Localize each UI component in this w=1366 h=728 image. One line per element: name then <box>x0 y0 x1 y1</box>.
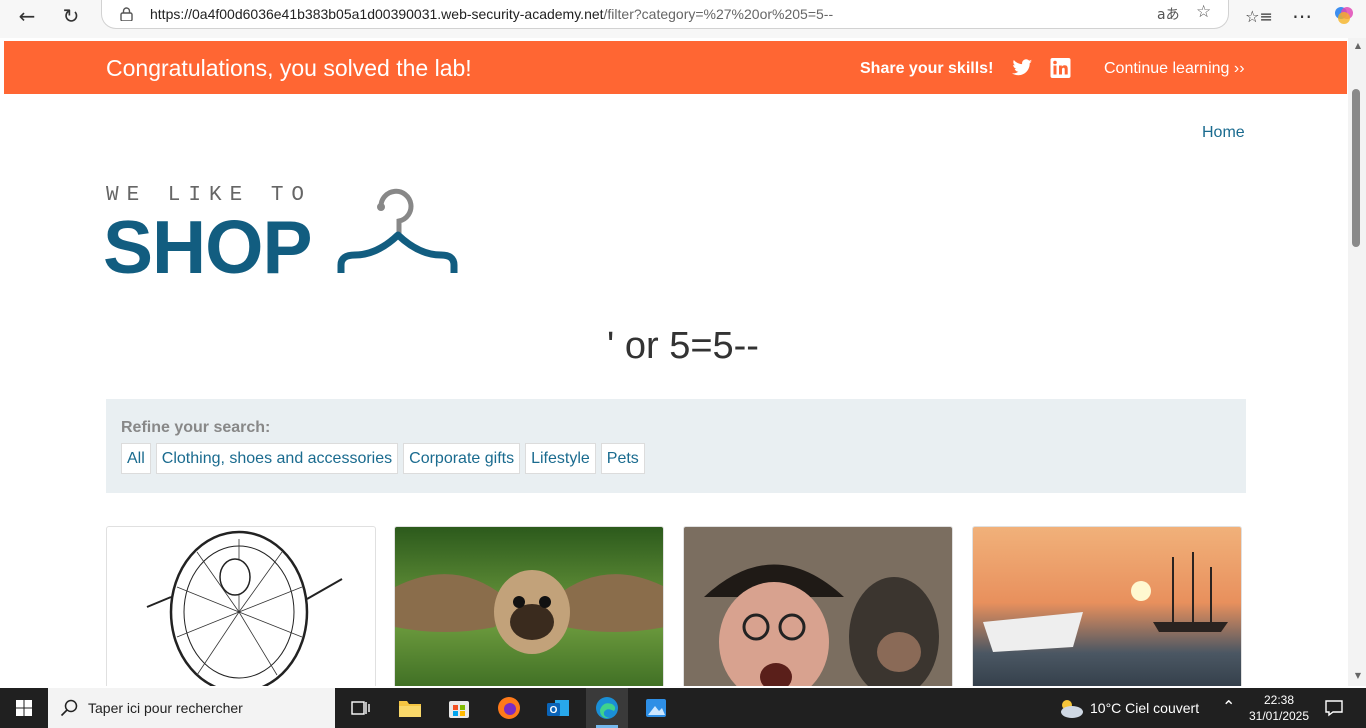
refine-label: Refine your search: <box>121 419 271 436</box>
page-viewport: Congratulations, you solved the lab! Sha… <box>0 38 1366 686</box>
microsoft-store-icon[interactable] <box>443 692 475 724</box>
windows-start-icon[interactable] <box>0 688 48 728</box>
weather-cloud-icon[interactable] <box>1056 697 1084 719</box>
lab-solved-banner: Congratulations, you solved the lab! Sha… <box>4 41 1347 94</box>
task-view-icon[interactable] <box>344 692 376 724</box>
product-illustration <box>983 552 1228 652</box>
scroll-down-icon[interactable]: ▼ <box>1355 671 1361 680</box>
linkedin-icon[interactable] <box>1050 58 1071 78</box>
clock-time: 22:38 <box>1263 693 1295 707</box>
banner-title: Congratulations, you solved the lab! <box>106 55 472 81</box>
taskbar-clock[interactable]: 22:38 31/01/2025 <box>1244 692 1314 724</box>
notification-icon[interactable] <box>1324 698 1344 718</box>
category-title: ' or 5=5-- <box>607 325 759 367</box>
favorite-star-icon[interactable]: ☆ <box>1196 2 1211 22</box>
weather-text[interactable]: 10°C Ciel couvert <box>1090 700 1199 716</box>
vertical-scrollbar[interactable]: ▲ ▼ <box>1348 38 1366 686</box>
search-icon <box>60 699 78 717</box>
scroll-thumb[interactable] <box>1352 89 1360 247</box>
filter-pets[interactable]: Pets <box>600 443 645 474</box>
url-text[interactable]: https://0a4f00d6036e41b383b05a1d00390031… <box>150 6 833 22</box>
continue-learning-link[interactable]: Continue learning ›› <box>1104 60 1245 78</box>
copilot-icon[interactable] <box>1333 4 1355 26</box>
search-placeholder: Taper ici pour rechercher <box>88 700 243 716</box>
hanger-icon <box>337 188 458 273</box>
product-image[interactable] <box>683 526 953 686</box>
category-filters: All Clothing, shoes and accessories Corp… <box>121 443 645 474</box>
product-image[interactable] <box>106 526 376 686</box>
home-link[interactable]: Home <box>1202 124 1245 142</box>
windows-taskbar: Taper ici pour rechercher O 10°C Ciel co… <box>0 688 1366 728</box>
clock-date: 31/01/2025 <box>1248 709 1310 723</box>
file-explorer-icon[interactable] <box>394 692 426 724</box>
address-bar[interactable]: https://0a4f00d6036e41b383b05a1d00390031… <box>101 0 1229 29</box>
more-menu-icon[interactable]: ⋯ <box>1287 3 1317 29</box>
outlook-icon[interactable]: O <box>542 692 574 724</box>
filter-lifestyle[interactable]: Lifestyle <box>525 443 596 474</box>
filter-corporate-gifts[interactable]: Corporate gifts <box>403 443 521 474</box>
logo-shop: SHOP <box>103 205 313 289</box>
product-illustration <box>395 570 663 654</box>
scroll-up-icon[interactable]: ▲ <box>1355 41 1361 50</box>
filter-all[interactable]: All <box>121 443 151 474</box>
product-illustration <box>146 530 343 686</box>
firefox-icon[interactable] <box>493 692 525 724</box>
product-image[interactable] <box>972 526 1242 686</box>
twitter-icon[interactable] <box>1012 58 1033 78</box>
product-image[interactable] <box>394 526 664 686</box>
back-icon[interactable]: ← <box>12 3 42 29</box>
photos-icon[interactable] <box>640 692 672 724</box>
product-illustration <box>704 564 939 686</box>
svg-text:O: O <box>550 705 558 716</box>
share-label: Share your skills! <box>860 60 994 77</box>
browser-toolbar: ← ↻ https://0a4f00d6036e41b383b05a1d0039… <box>0 0 1366 38</box>
taskbar-search-input[interactable]: Taper ici pour rechercher <box>48 688 335 728</box>
refine-search-panel: Refine your search: All Clothing, shoes … <box>106 399 1246 493</box>
edge-icon[interactable] <box>591 692 623 724</box>
read-aloud-icon[interactable]: aあ <box>1157 4 1180 24</box>
refresh-icon[interactable]: ↻ <box>56 3 86 29</box>
filter-clothing[interactable]: Clothing, shoes and accessories <box>155 443 399 474</box>
lock-icon[interactable] <box>120 7 133 21</box>
chevron-up-icon[interactable]: ⌃ <box>1222 697 1235 716</box>
favorites-icon[interactable]: ☆≡ <box>1244 3 1274 29</box>
